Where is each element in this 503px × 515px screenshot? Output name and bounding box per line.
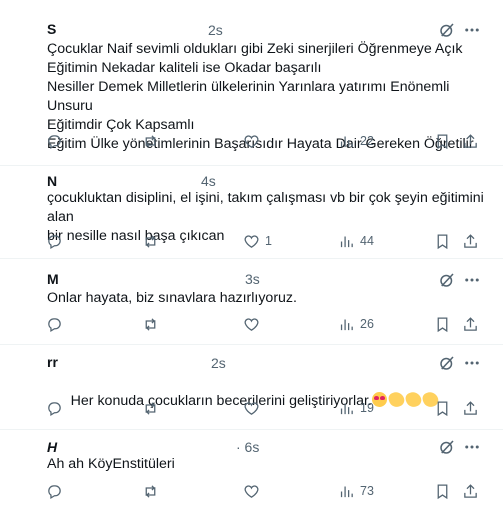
action-bar: 22 — [0, 131, 503, 151]
action-bar: 19 — [0, 398, 503, 418]
more-icon[interactable] — [463, 21, 481, 39]
action-bar: 73 — [0, 481, 503, 501]
post-time[interactable]: 2s — [211, 355, 226, 371]
reply-button[interactable] — [46, 398, 63, 418]
bookmark-icon — [437, 233, 448, 249]
views-button[interactable]: 19 — [338, 398, 374, 418]
like-icon — [244, 234, 259, 248]
post-time[interactable]: 2s — [208, 22, 223, 38]
retweet-button[interactable] — [142, 481, 159, 501]
view-count: 44 — [360, 234, 374, 248]
view-count: 22 — [360, 134, 374, 148]
view-count: 26 — [360, 317, 374, 331]
share-button[interactable] — [462, 398, 479, 418]
post[interactable]: N 4s çocukluktan disiplini, el işini, ta… — [0, 166, 503, 259]
reply-button[interactable] — [46, 314, 63, 334]
share-button[interactable] — [462, 131, 479, 151]
author-name[interactable]: S — [47, 21, 56, 37]
post-text: Ah ah KöyEnstitüleri — [47, 456, 175, 472]
reply-icon — [48, 484, 61, 499]
retweet-button[interactable] — [142, 398, 159, 418]
like-icon — [244, 401, 259, 415]
post[interactable]: H · 6s Ah ah KöyEnstitüleri 73 — [0, 430, 503, 515]
post[interactable]: M 3s Onlar hayata, biz sınavlara hazırlı… — [0, 259, 503, 345]
view-count: 19 — [360, 401, 374, 415]
like-icon — [244, 484, 259, 498]
author-name[interactable]: M — [47, 271, 59, 287]
reply-icon — [48, 317, 61, 332]
views-icon — [340, 486, 353, 497]
reply-button[interactable] — [46, 231, 63, 251]
post-time[interactable]: 3s — [245, 271, 260, 287]
share-icon — [464, 483, 477, 498]
action-bar: 26 — [0, 314, 503, 334]
like-button[interactable] — [243, 398, 265, 418]
more-icon[interactable] — [463, 271, 481, 289]
views-button[interactable]: 73 — [338, 481, 374, 501]
share-icon — [464, 133, 477, 148]
author-name[interactable]: N — [47, 173, 57, 189]
post-time[interactable]: · 6s — [236, 439, 259, 455]
retweet-button[interactable] — [142, 131, 159, 151]
reply-icon — [48, 401, 61, 416]
views-button[interactable]: 44 — [338, 231, 374, 251]
share-button[interactable] — [462, 481, 479, 501]
share-button[interactable] — [462, 231, 479, 251]
retweet-button[interactable] — [142, 314, 159, 334]
retweet-icon — [145, 234, 156, 248]
reply-icon — [48, 234, 61, 249]
post-text: Onlar hayata, biz sınavlara hazırlıyoruz… — [47, 290, 297, 306]
author-name[interactable]: H — [47, 439, 57, 455]
post[interactable]: S 2s Çocuklar Naif sevimli oldukları gib… — [0, 0, 503, 166]
post-time[interactable]: 4s — [201, 173, 216, 189]
views-icon — [340, 319, 353, 330]
retweet-icon — [145, 484, 156, 498]
views-icon — [340, 136, 353, 147]
grok-icon[interactable] — [438, 21, 456, 39]
share-icon — [464, 316, 477, 331]
share-icon — [464, 400, 477, 415]
grok-icon[interactable] — [438, 354, 456, 372]
more-icon[interactable] — [463, 354, 481, 372]
bookmark-button[interactable] — [434, 314, 451, 334]
retweet-icon — [145, 317, 156, 331]
bookmark-icon — [437, 316, 448, 332]
share-icon — [464, 233, 477, 248]
like-button[interactable] — [243, 481, 265, 501]
reply-button[interactable] — [46, 131, 63, 151]
views-icon — [340, 236, 353, 247]
post[interactable]: rr 2s Her konuda çocukların becerilerini… — [0, 345, 503, 430]
bookmark-icon — [437, 483, 448, 499]
bookmark-button[interactable] — [434, 481, 451, 501]
reply-button[interactable] — [46, 481, 63, 501]
bookmark-icon — [437, 400, 448, 416]
views-button[interactable]: 26 — [338, 314, 374, 334]
retweet-icon — [145, 401, 156, 415]
bookmark-button[interactable] — [434, 398, 451, 418]
retweet-button[interactable] — [142, 231, 159, 251]
like-button[interactable] — [243, 314, 265, 334]
view-count: 73 — [360, 484, 374, 498]
action-bar: 1 44 — [0, 231, 503, 251]
bookmark-icon — [437, 133, 448, 149]
like-icon — [244, 317, 259, 331]
like-button[interactable] — [243, 131, 265, 151]
grok-icon[interactable] — [438, 438, 456, 456]
retweet-icon — [145, 134, 156, 148]
author-name[interactable]: rr — [47, 354, 58, 370]
bookmark-button[interactable] — [434, 131, 451, 151]
grok-icon[interactable] — [438, 271, 456, 289]
like-icon — [244, 134, 259, 148]
bookmark-button[interactable] — [434, 231, 451, 251]
views-button[interactable]: 22 — [338, 131, 374, 151]
like-button[interactable]: 1 — [243, 231, 272, 251]
more-icon[interactable] — [463, 438, 481, 456]
like-count: 1 — [265, 234, 272, 248]
reply-icon — [48, 134, 61, 149]
reply-feed: S 2s Çocuklar Naif sevimli oldukları gib… — [0, 0, 503, 515]
share-button[interactable] — [462, 314, 479, 334]
views-icon — [340, 403, 353, 414]
